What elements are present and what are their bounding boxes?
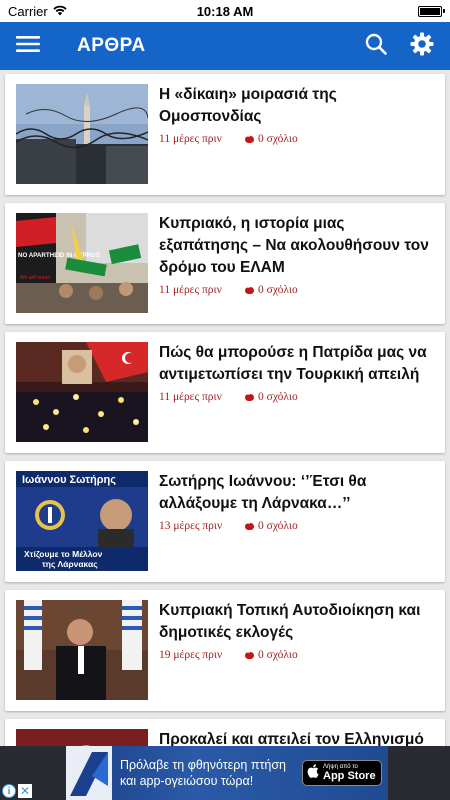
battery-icon bbox=[418, 5, 445, 17]
article-info: Προκαλεί και απειλεί τον Ελληνισμό bbox=[148, 729, 435, 746]
thumb-banner-subtext: We will return bbox=[20, 275, 50, 281]
article-thumbnail bbox=[16, 84, 148, 184]
gear-icon bbox=[410, 32, 434, 61]
article-date: 11 μέρες πριν bbox=[159, 391, 222, 403]
comment-count[interactable]: 0 σχόλιο bbox=[245, 520, 298, 532]
article-title[interactable]: Κυπριακό, η ιστορία μιας εξαπάτησης – Να… bbox=[159, 213, 435, 279]
thumb-candidate-name: Ιωάννου Σωτήρης bbox=[22, 474, 116, 486]
comment-label: 0 σχόλιο bbox=[258, 391, 298, 403]
thumb-banner-text: NO APARTHEID IN CYPRUS bbox=[18, 252, 100, 259]
comment-icon bbox=[245, 135, 254, 143]
comment-count[interactable]: 0 σχόλιο bbox=[245, 391, 298, 403]
article-thumbnail bbox=[16, 600, 148, 700]
menu-button[interactable] bbox=[10, 28, 46, 64]
comment-icon bbox=[245, 286, 254, 294]
comment-icon bbox=[245, 651, 254, 659]
article-info: Κυπριακή Τοπική Αυτοδιοίκηση και δημοτικ… bbox=[148, 600, 435, 701]
article-title[interactable]: Πώς θα μπορούσε η Πατρίδα μας να αντιμετ… bbox=[159, 342, 435, 386]
article-title[interactable]: Σωτήρης Ιωάννου: ‘’Έτσι θα αλλάξουμε τη … bbox=[159, 471, 435, 515]
article-date: 11 μέρες πριν bbox=[159, 284, 222, 296]
article-list[interactable]: Η «δίκαιη» μοιρασιά της Ομοσπονδίας 11 μ… bbox=[0, 70, 450, 746]
comment-count[interactable]: 0 σχόλιο bbox=[245, 133, 298, 145]
comment-label: 0 σχόλιο bbox=[258, 649, 298, 661]
comment-label: 0 σχόλιο bbox=[258, 520, 298, 532]
article-card[interactable]: NO APARTHEID IN CYPRUS We will return Κυ… bbox=[5, 203, 445, 324]
article-thumbnail: Ιωάννου Σωτήρης Χτίζουμε το Μέλλον της Λ… bbox=[16, 471, 148, 571]
search-button[interactable] bbox=[358, 28, 394, 64]
article-thumbnail bbox=[16, 342, 148, 442]
article-card[interactable]: Προκαλεί και απειλεί τον Ελληνισμό bbox=[5, 719, 445, 746]
article-meta: 11 μέρες πριν 0 σχόλιο bbox=[159, 391, 435, 403]
article-meta: 11 μέρες πριν 0 σχόλιο bbox=[159, 284, 435, 296]
article-meta: 19 μέρες πριν 0 σχόλιο bbox=[159, 649, 435, 661]
carrier-label: Carrier bbox=[8, 3, 48, 19]
ad-info-icon[interactable]: i bbox=[2, 784, 16, 798]
article-card[interactable]: Πώς θα μπορούσε η Πατρίδα μας να αντιμετ… bbox=[5, 332, 445, 453]
article-meta: 11 μέρες πριν 0 σχόλιο bbox=[159, 133, 435, 145]
status-left: Carrier bbox=[8, 4, 67, 19]
search-icon bbox=[365, 33, 387, 60]
ad-banner[interactable]: Πρόλαβε τη φθηνότερη πτήση και app-ογειώ… bbox=[66, 746, 388, 800]
article-title[interactable]: Η «δίκαιη» μοιρασιά της Ομοσπονδίας bbox=[159, 84, 435, 128]
ad-line2: και app-ογειώσου τώρα! bbox=[120, 774, 254, 788]
article-thumbnail bbox=[16, 729, 148, 746]
store-big-label: App Store bbox=[323, 770, 376, 782]
article-info: Πώς θα μπορούσε η Πατρίδα μας να αντιμετ… bbox=[148, 342, 435, 443]
wifi-icon bbox=[53, 4, 67, 19]
comment-icon bbox=[245, 522, 254, 530]
settings-button[interactable] bbox=[404, 28, 440, 64]
article-date: 11 μέρες πριν bbox=[159, 133, 222, 145]
thumb-slogan-line2: της Λάρνακας bbox=[42, 559, 98, 569]
comment-count[interactable]: 0 σχόλιο bbox=[245, 649, 298, 661]
article-info: Η «δίκαιη» μοιρασιά της Ομοσπονδίας 11 μ… bbox=[148, 84, 435, 185]
article-info: Σωτήρης Ιωάννου: ‘’Έτσι θα αλλάξουμε τη … bbox=[148, 471, 435, 572]
thumb-slogan-line1: Χτίζουμε το Μέλλον bbox=[24, 549, 103, 559]
article-card[interactable]: Ιωάννου Σωτήρης Χτίζουμε το Μέλλον της Λ… bbox=[5, 461, 445, 582]
article-info: Κυπριακό, η ιστορία μιας εξαπάτησης – Να… bbox=[148, 213, 435, 314]
article-title[interactable]: Κυπριακή Τοπική Αυτοδιοίκηση και δημοτικ… bbox=[159, 600, 435, 644]
article-card[interactable]: Η «δίκαιη» μοιρασιά της Ομοσπονδίας 11 μ… bbox=[5, 74, 445, 195]
status-time: 10:18 AM bbox=[196, 3, 254, 19]
comment-label: 0 σχόλιο bbox=[258, 284, 298, 296]
hamburger-icon bbox=[16, 35, 40, 58]
article-thumbnail: NO APARTHEID IN CYPRUS We will return bbox=[16, 213, 148, 313]
comment-label: 0 σχόλιο bbox=[258, 133, 298, 145]
article-date: 13 μέρες πριν bbox=[159, 520, 223, 532]
status-bar: Carrier 10:18 AM bbox=[0, 0, 450, 22]
article-card[interactable]: Κυπριακή Τοπική Αυτοδιοίκηση και δημοτικ… bbox=[5, 590, 445, 711]
article-date: 19 μέρες πριν bbox=[159, 649, 223, 661]
article-title[interactable]: Προκαλεί και απειλεί τον Ελληνισμό bbox=[159, 729, 435, 746]
apple-icon bbox=[307, 763, 319, 783]
airline-logo bbox=[66, 746, 112, 800]
app-store-button[interactable]: Λήψη από το App Store bbox=[302, 760, 382, 786]
ad-close-icon[interactable]: ✕ bbox=[18, 784, 32, 798]
ad-text: Πρόλαβε τη φθηνότερη πτήση και app-ογειώ… bbox=[112, 757, 302, 789]
ad-banner-bar: Πρόλαβε τη φθηνότερη πτήση και app-ογειώ… bbox=[0, 746, 450, 800]
comment-icon bbox=[245, 393, 254, 401]
article-meta: 13 μέρες πριν 0 σχόλιο bbox=[159, 520, 435, 532]
page-title: ΑΡΘΡΑ bbox=[77, 35, 146, 56]
ad-line1: Πρόλαβε τη φθηνότερη πτήση bbox=[120, 758, 286, 772]
comment-count[interactable]: 0 σχόλιο bbox=[245, 284, 298, 296]
app-bar: ΑΡΘΡΑ bbox=[0, 22, 450, 70]
